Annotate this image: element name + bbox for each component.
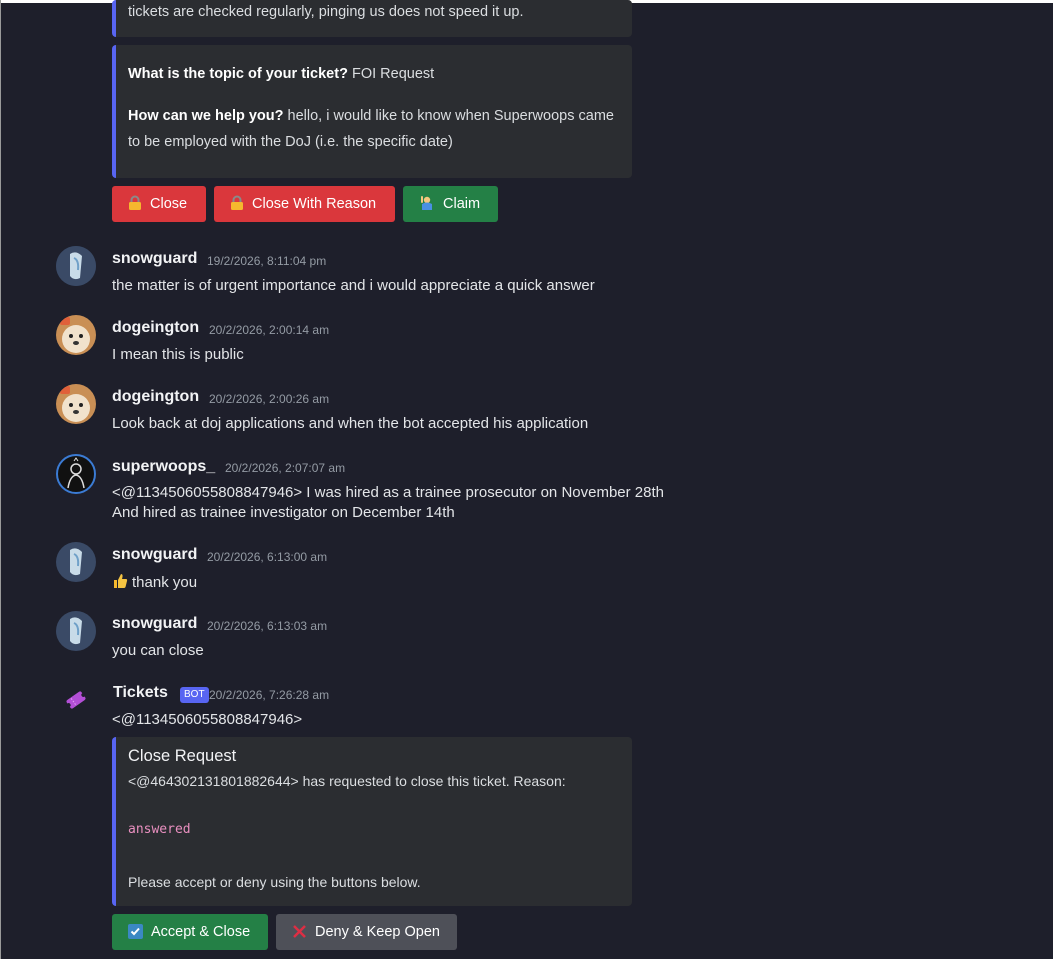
help-label: How can we help you? xyxy=(128,108,284,124)
close-button[interactable]: Close xyxy=(112,186,206,222)
message-content: I mean this is public xyxy=(112,346,244,363)
lock-icon xyxy=(128,195,142,213)
close-with-reason-label: Close With Reason xyxy=(252,196,377,212)
embed-title: Close Request xyxy=(128,747,237,765)
window-left-edge xyxy=(0,0,1,962)
message-content: Look back at doj applications and when t… xyxy=(112,415,589,432)
claim-button[interactable]: Claim xyxy=(403,186,498,222)
avatar[interactable] xyxy=(56,315,96,355)
message-author[interactable]: snowguard xyxy=(112,250,197,268)
embed-footer-text: Please accept or deny using the buttons … xyxy=(128,874,421,890)
message-timestamp: 20/2/2026, 2:00:26 am xyxy=(209,392,330,406)
message-author[interactable]: Tickets xyxy=(113,684,168,702)
message-timestamp: 20/2/2026, 2:07:07 am xyxy=(225,461,346,475)
embed-description: <@464302131801882644> has requested to c… xyxy=(128,773,566,789)
ticket-icon xyxy=(64,688,88,717)
close-request-embed: Close Request <@464302131801882644> has … xyxy=(112,737,632,906)
avatar[interactable] xyxy=(56,542,96,582)
close-reason: answered xyxy=(128,822,191,837)
message-timestamp: 20/2/2026, 7:26:28 am xyxy=(209,688,330,702)
cross-mark-icon xyxy=(292,924,307,941)
topic-label: What is the topic of your ticket? xyxy=(128,66,348,82)
help-value-2: to be employed with the DoJ (i.e. the sp… xyxy=(128,134,453,150)
ticket-info-embed-top: tickets are checked regularly, pinging u… xyxy=(112,0,632,37)
avatar[interactable] xyxy=(56,611,96,651)
avatar[interactable] xyxy=(56,454,96,494)
deny-keep-open-label: Deny & Keep Open xyxy=(315,924,440,940)
message-content: you can close xyxy=(112,642,204,659)
person-raising-hand-icon xyxy=(419,195,435,213)
close-with-reason-button[interactable]: Close With Reason xyxy=(214,186,395,222)
topic-line: What is the topic of your ticket? FOI Re… xyxy=(128,66,434,82)
help-value-1: hello, i would like to know when Superwo… xyxy=(283,108,614,124)
message-content: <@1134506055808847946> I was hired as a … xyxy=(112,484,664,501)
ticket-questions-embed: What is the topic of your ticket? FOI Re… xyxy=(112,45,632,178)
message-author[interactable]: snowguard xyxy=(112,615,197,633)
message-timestamp: 19/2/2026, 8:11:04 pm xyxy=(207,254,327,268)
accept-close-button[interactable]: Accept & Close xyxy=(112,914,268,950)
claim-button-label: Claim xyxy=(443,196,481,212)
embed-text: tickets are checked regularly, pinging u… xyxy=(128,4,524,20)
close-button-label: Close xyxy=(150,196,188,212)
accept-close-label: Accept & Close xyxy=(151,924,251,940)
message-content: the matter is of urgent importance and i… xyxy=(112,277,595,294)
message-author[interactable]: dogeington xyxy=(112,388,199,406)
message-timestamp: 20/2/2026, 6:13:00 am xyxy=(207,550,328,564)
message-content: <@1134506055808847946> xyxy=(112,711,303,728)
message-author[interactable]: dogeington xyxy=(112,319,199,337)
message-author[interactable]: superwoops_ xyxy=(112,458,215,476)
message-author[interactable]: snowguard xyxy=(112,546,197,564)
message-content-line-2: And hired as trainee investigator on Dec… xyxy=(112,504,455,521)
deny-keep-open-button[interactable]: Deny & Keep Open xyxy=(276,914,457,950)
avatar[interactable] xyxy=(56,680,96,720)
message-timestamp: 20/2/2026, 6:13:03 am xyxy=(207,619,328,633)
message-text: thank you xyxy=(132,574,198,591)
avatar[interactable] xyxy=(56,384,96,424)
message-timestamp: 20/2/2026, 2:00:14 am xyxy=(209,323,330,337)
bot-badge: BOT xyxy=(180,687,209,703)
check-box-icon xyxy=(128,923,143,941)
topic-value: FOI Request xyxy=(347,66,435,82)
avatar[interactable] xyxy=(56,246,96,286)
thumbs-up-icon xyxy=(112,573,128,593)
help-line: How can we help you? hello, i would like… xyxy=(128,108,614,124)
message-content: thank you xyxy=(112,573,197,593)
lock-icon xyxy=(230,195,244,213)
